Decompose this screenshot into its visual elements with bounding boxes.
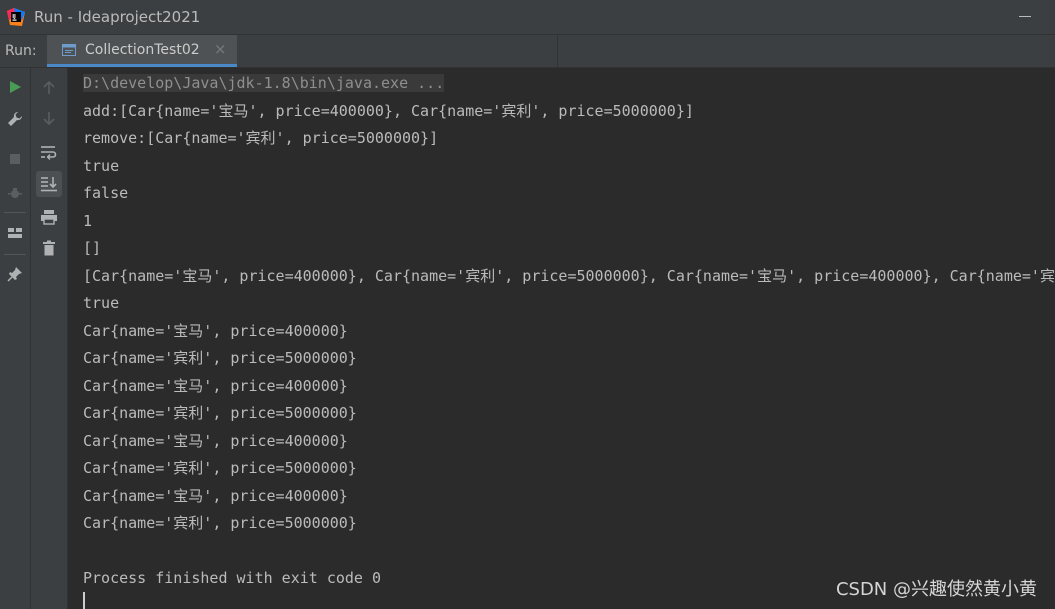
run-left-toolbar	[0, 68, 31, 609]
console-line: Car{name='宾利', price=5000000}	[83, 514, 357, 532]
console-line: [Car{name='宝马', price=400000}, Car{name=…	[83, 266, 1055, 285]
layout-icon[interactable]	[2, 220, 28, 246]
debug-icon[interactable]	[2, 180, 28, 206]
arrow-up-icon[interactable]	[36, 74, 62, 100]
scroll-to-end-icon[interactable]	[36, 171, 62, 197]
print-icon[interactable]	[36, 204, 62, 230]
console-line: false	[83, 184, 129, 202]
console-line: true	[83, 156, 120, 175]
console-line: Car{name='宝马', price=400000}	[83, 431, 348, 450]
minimize-button[interactable]	[1019, 16, 1031, 17]
tab-label: CollectionTest02	[85, 42, 200, 58]
run-icon[interactable]	[2, 74, 28, 100]
console-line: remove:[Car{name='宾利', price=5000000}]	[83, 129, 439, 147]
console-line: []	[83, 239, 102, 257]
intellij-logo-icon: IJ	[7, 8, 25, 26]
console-line: true	[83, 294, 120, 312]
console-toolbar	[31, 68, 68, 609]
console-tab-icon	[62, 44, 76, 56]
pin-icon[interactable]	[2, 261, 28, 287]
console-line: Car{name='宝马', price=400000}	[83, 321, 348, 340]
wrench-icon[interactable]	[2, 106, 28, 132]
console-line: Car{name='宾利', price=5000000}	[83, 349, 357, 367]
console-output[interactable]: D:\develop\Java\jdk-1.8\bin\java.exe ...…	[68, 68, 1055, 609]
console-line: Car{name='宾利', price=5000000}	[83, 459, 357, 477]
arrow-down-icon[interactable]	[36, 106, 62, 132]
trash-icon[interactable]	[36, 235, 62, 261]
watermark: CSDN @兴趣使然黄小黄	[835, 579, 1037, 600]
soft-wrap-icon[interactable]	[36, 139, 62, 165]
console-lines: D:\develop\Java\jdk-1.8\bin\java.exe ...…	[83, 70, 1055, 593]
window-titlebar: IJ Run - Ideaproject2021	[0, 0, 1055, 35]
console-line: Car{name='宝马', price=400000}	[83, 376, 348, 395]
svg-text:IJ: IJ	[12, 14, 16, 20]
stop-icon[interactable]	[2, 146, 28, 172]
command-line[interactable]: D:\develop\Java\jdk-1.8\bin\java.exe ...	[83, 74, 445, 92]
text-caret	[83, 592, 85, 609]
console-line: Car{name='宝马', price=400000}	[83, 486, 348, 505]
header-divider	[557, 35, 558, 67]
tab-collectiontest02[interactable]: CollectionTest02 ×	[47, 35, 237, 67]
toolbar-separator	[4, 254, 26, 255]
console-line: D:\develop\Java\jdk-1.8\bin\java.exe ...	[83, 70, 1055, 98]
console-line: Car{name='宾利', price=5000000}	[83, 404, 357, 422]
close-icon[interactable]: ×	[214, 40, 227, 58]
run-label: Run:	[5, 43, 37, 59]
toolbar-separator	[4, 212, 26, 213]
run-toolwindow-header: Run: CollectionTest02 ×	[0, 35, 1055, 68]
console-line: add:[Car{name='宝马', price=400000}, Car{n…	[83, 101, 694, 120]
console-line: 1	[83, 211, 93, 230]
window-title: Run - Ideaproject2021	[34, 8, 201, 26]
